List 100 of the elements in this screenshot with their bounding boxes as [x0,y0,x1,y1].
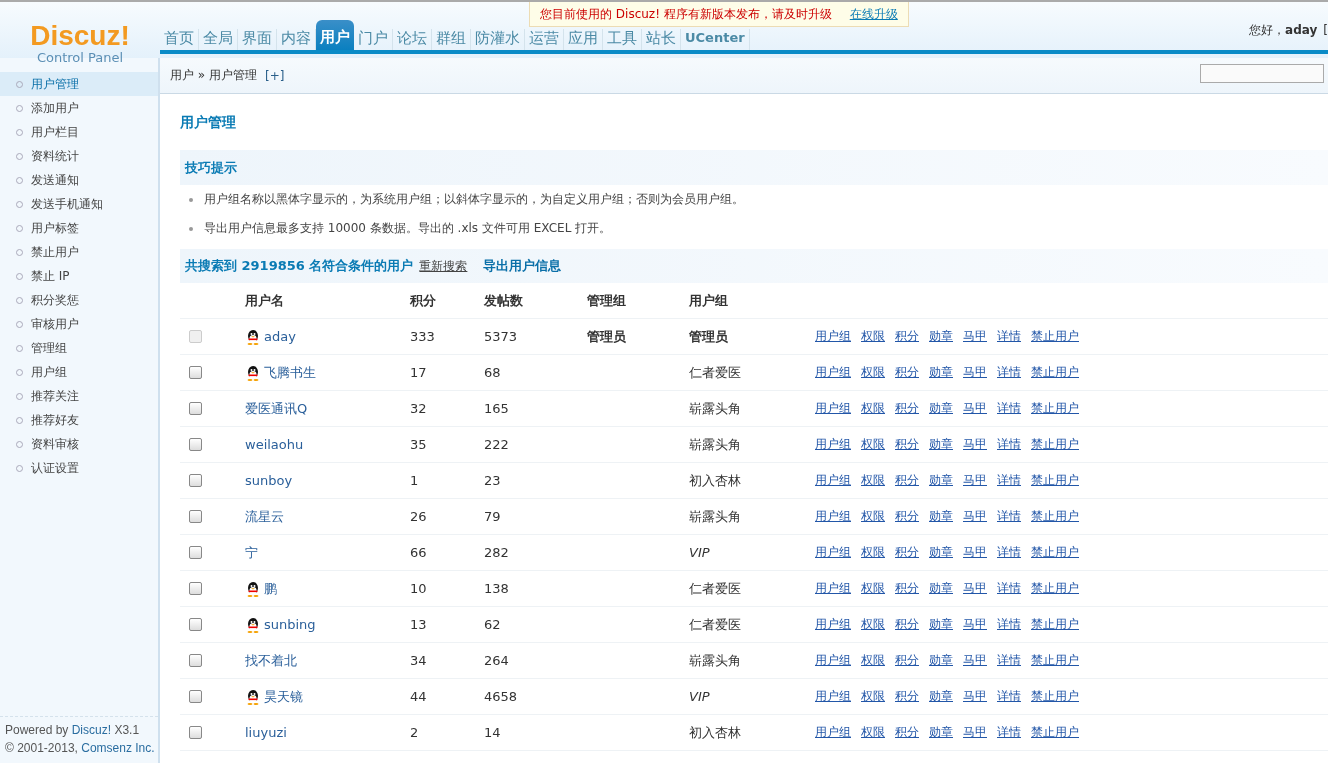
action-link[interactable]: 积分 [895,688,919,705]
action-link[interactable]: 马甲 [963,652,987,669]
action-link[interactable]: 权限 [861,364,885,381]
nav-tab[interactable]: 工具 [603,29,642,50]
action-link[interactable]: 马甲 [963,688,987,705]
action-link[interactable]: 马甲 [963,328,987,345]
nav-tab[interactable]: 防灌水 [471,29,525,50]
action-link[interactable]: 禁止用户 [1031,544,1079,561]
action-link[interactable]: 权限 [861,544,885,561]
action-link[interactable]: 勋章 [929,724,953,741]
search-field[interactable] [1200,64,1324,83]
action-link[interactable]: 马甲 [963,472,987,489]
action-link[interactable]: 积分 [895,472,919,489]
username-link[interactable]: 宁 [245,543,258,562]
action-link[interactable]: 马甲 [963,364,987,381]
username-link[interactable]: 鹏 [264,579,277,598]
action-link[interactable]: 用户组 [815,616,851,633]
action-link[interactable]: 积分 [895,544,919,561]
action-link[interactable]: 详情 [997,472,1021,489]
action-link[interactable]: 权限 [861,652,885,669]
action-link[interactable]: 权限 [861,400,885,417]
export-link[interactable]: 导出用户信息 [483,257,562,275]
sidebar-item[interactable]: 积分奖惩 [0,288,158,312]
sidebar-item[interactable]: 审核用户 [0,312,158,336]
action-link[interactable]: 勋章 [929,580,953,597]
action-link[interactable]: 详情 [997,616,1021,633]
sidebar-item[interactable]: 推荐好友 [0,408,158,432]
username-link[interactable]: sunbing [264,617,316,632]
action-link[interactable]: 勋章 [929,688,953,705]
nav-tab[interactable]: 全局 [199,29,238,50]
sidebar-item[interactable]: 资料统计 [0,144,158,168]
row-checkbox[interactable] [189,582,202,595]
action-link[interactable]: 用户组 [815,508,851,525]
action-link[interactable]: 积分 [895,364,919,381]
action-link[interactable]: 积分 [895,580,919,597]
row-checkbox[interactable] [189,402,202,415]
action-link[interactable]: 积分 [895,400,919,417]
action-link[interactable]: 勋章 [929,472,953,489]
nav-tab[interactable]: 群组 [432,29,471,50]
action-link[interactable]: 详情 [997,328,1021,345]
sidebar-item[interactable]: 用户组 [0,360,158,384]
action-link[interactable]: 禁止用户 [1031,508,1079,525]
action-link[interactable]: 权限 [861,688,885,705]
sidebar-item[interactable]: 禁止 IP [0,264,158,288]
action-link[interactable]: 用户组 [815,436,851,453]
action-link[interactable]: 禁止用户 [1031,688,1079,705]
action-link[interactable]: 马甲 [963,616,987,633]
action-link[interactable]: 用户组 [815,364,851,381]
row-checkbox[interactable] [189,654,202,667]
action-link[interactable]: 勋章 [929,544,953,561]
action-link[interactable]: 详情 [997,400,1021,417]
action-link[interactable]: 禁止用户 [1031,616,1079,633]
action-link[interactable]: 马甲 [963,508,987,525]
action-link[interactable]: 勋章 [929,400,953,417]
username-link[interactable]: aday [264,329,296,344]
sidebar-item[interactable]: 用户管理 [0,72,158,96]
nav-tab[interactable]: 门户 [354,29,393,50]
action-link[interactable]: 权限 [861,508,885,525]
action-link[interactable]: 积分 [895,724,919,741]
action-link[interactable]: 权限 [861,724,885,741]
sidebar-item[interactable]: 发送手机通知 [0,192,158,216]
action-link[interactable]: 勋章 [929,364,953,381]
sidebar-item[interactable]: 用户栏目 [0,120,158,144]
nav-tab[interactable]: 站长 [642,29,681,50]
username-link[interactable]: weilaohu [245,437,304,452]
row-checkbox[interactable] [189,366,202,379]
sidebar-item[interactable]: 资料审核 [0,432,158,456]
action-link[interactable]: 详情 [997,724,1021,741]
action-link[interactable]: 积分 [895,328,919,345]
action-link[interactable]: 详情 [997,364,1021,381]
action-link[interactable]: 禁止用户 [1031,436,1079,453]
action-link[interactable]: 马甲 [963,724,987,741]
action-link[interactable]: 积分 [895,436,919,453]
action-link[interactable]: 禁止用户 [1031,328,1079,345]
row-checkbox[interactable] [189,546,202,559]
action-link[interactable]: 勋章 [929,508,953,525]
research-link[interactable]: 重新搜索 [419,257,468,275]
action-link[interactable]: 权限 [861,328,885,345]
row-checkbox[interactable] [189,690,202,703]
action-link[interactable]: 详情 [997,544,1021,561]
action-link[interactable]: 详情 [997,652,1021,669]
row-checkbox[interactable] [189,474,202,487]
row-checkbox[interactable] [189,438,202,451]
action-link[interactable]: 详情 [997,436,1021,453]
nav-tab[interactable]: 界面 [238,29,277,50]
action-link[interactable]: 详情 [997,688,1021,705]
action-link[interactable]: 用户组 [815,328,851,345]
sidebar-item[interactable]: 认证设置 [0,456,158,480]
company-link[interactable]: Comsenz Inc. [81,741,155,755]
username-link[interactable]: 飞腾书生 [264,363,316,382]
sidebar-item[interactable]: 禁止用户 [0,240,158,264]
action-link[interactable]: 权限 [861,580,885,597]
action-link[interactable]: 禁止用户 [1031,400,1079,417]
action-link[interactable]: 详情 [997,508,1021,525]
action-link[interactable]: 积分 [895,616,919,633]
sidebar-item[interactable]: 用户标签 [0,216,158,240]
username-link[interactable]: sunboy [245,473,293,488]
nav-tab[interactable]: 运营 [525,29,564,50]
action-link[interactable]: 马甲 [963,580,987,597]
username-link[interactable]: 找不着北 [245,651,297,670]
